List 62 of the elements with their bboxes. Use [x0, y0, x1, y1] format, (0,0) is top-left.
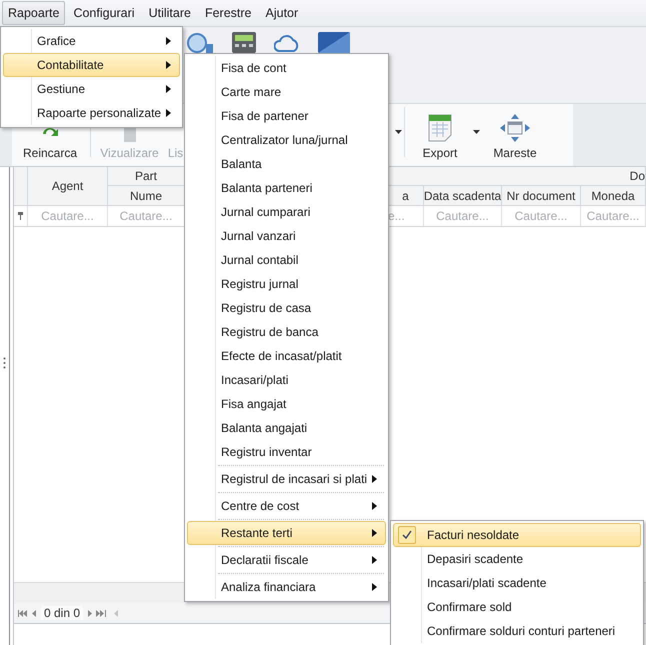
magnifier-icon	[186, 32, 214, 53]
menu-item[interactable]: Registru jurnal	[187, 272, 386, 296]
menu-item[interactable]: Jurnal contabil	[187, 248, 386, 272]
column-header[interactable]: Nume	[108, 186, 185, 206]
dropdown-caret-icon[interactable]	[473, 130, 480, 134]
calculator-icon	[232, 32, 256, 53]
toolbar-button[interactable]: Reincarca	[12, 126, 88, 160]
menu-item[interactable]: Confirmare solduri conturi parteneri	[393, 619, 641, 643]
menu-item[interactable]: Centre de cost	[187, 494, 386, 518]
last-page-icon[interactable]	[96, 610, 106, 616]
column-header[interactable]: Data scadenta	[424, 186, 502, 206]
menu-item[interactable]: Balanta parteneri	[187, 176, 386, 200]
menu-item[interactable]: Facturi nesoldate	[393, 523, 641, 547]
menu-bar-item[interactable]: Rapoarte	[2, 1, 66, 25]
menu-item[interactable]: Jurnal vanzari	[187, 224, 386, 248]
menu-item[interactable]: Restante terti	[187, 521, 386, 545]
tile-icon	[318, 32, 350, 53]
menu-item[interactable]: Grafice	[3, 29, 180, 53]
menu-item[interactable]: Jurnal cumparari	[187, 200, 386, 224]
menu-item[interactable]: Registru de casa	[187, 296, 386, 320]
column-header[interactable]: Moneda	[581, 186, 646, 206]
pin-icon	[18, 212, 23, 220]
menu-bar-item[interactable]: Ferestre	[198, 1, 258, 25]
menu-bar-item[interactable]: Utilitare	[142, 1, 197, 25]
menu-item[interactable]: Efecte de incasat/platit	[187, 344, 386, 368]
next-icon[interactable]	[87, 610, 92, 616]
toolbar-button[interactable]: Mareste	[480, 114, 550, 160]
dropdown-caret-icon[interactable]	[395, 130, 402, 134]
menu-item[interactable]: Gestiune	[3, 77, 180, 101]
menu-item[interactable]: Fisa angajat	[187, 392, 386, 416]
menu-item[interactable]: Rapoarte personalizate	[3, 101, 180, 125]
previous-icon[interactable]	[32, 610, 37, 616]
menu-item[interactable]: Confirmare sold	[393, 595, 641, 619]
menu-item[interactable]: Contabilitate	[3, 53, 180, 77]
menu-item[interactable]: Depasiri scadente	[393, 547, 641, 571]
toolbar-button[interactable]: Export	[407, 114, 473, 160]
column-header[interactable]: a	[388, 186, 424, 206]
menu-item[interactable]: Balanta	[187, 152, 386, 176]
menu-item[interactable]: Registrul de incasari si plati	[187, 467, 386, 491]
group-header: Do	[388, 167, 646, 186]
menu-item[interactable]: Registru de banca	[187, 320, 386, 344]
menu-item[interactable]: Registru inventar	[187, 440, 386, 464]
spreadsheet-icon	[428, 114, 452, 142]
column-header[interactable]: Nr document	[502, 186, 581, 206]
menu-item[interactable]: Incasari/plati scadente	[393, 571, 641, 595]
menu-item[interactable]: Analiza financiara	[187, 575, 386, 599]
menu-bar-item[interactable]: Ajutor	[260, 1, 304, 25]
menu-item[interactable]: Centralizator luna/jurnal	[187, 128, 386, 152]
menu-item[interactable]: Balanta angajati	[187, 416, 386, 440]
menu-item[interactable]: Incasari/plati	[187, 368, 386, 392]
first-page-icon[interactable]	[18, 610, 28, 616]
cloud-icon	[274, 32, 300, 52]
menu-item[interactable]: Fisa de partener	[187, 104, 386, 128]
menu-bar-item[interactable]: Configurari	[67, 1, 141, 25]
column-header[interactable]: Agent	[28, 167, 108, 206]
menu-item[interactable]: Fisa de cont	[187, 56, 386, 80]
page-counter: 0 din 0	[41, 606, 84, 620]
group-header: Part	[108, 167, 185, 186]
maximize-icon	[500, 114, 530, 142]
splitter-grip-icon[interactable]	[3, 357, 6, 369]
menu-item[interactable]: Declaratii fiscale	[187, 548, 386, 572]
menu-item[interactable]: Carte mare	[187, 80, 386, 104]
